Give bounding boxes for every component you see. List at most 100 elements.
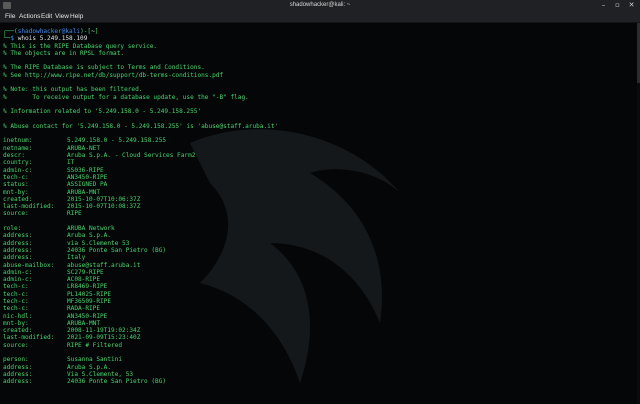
record-line: address: Aruba S.p.A. bbox=[3, 232, 633, 239]
record-line: status: ASSIGNED PA bbox=[3, 181, 633, 188]
prompt-line-1: ┌──(shadowhacker@kali)-[~] bbox=[3, 28, 99, 35]
record-value: via S.Clemente 53 bbox=[67, 239, 130, 247]
record-line: admin-c: SC279-RIPE bbox=[3, 269, 633, 276]
record-key: tech-c: bbox=[3, 297, 29, 305]
comment-line: % This is the RIPE Database query servic… bbox=[3, 42, 158, 50]
record-key: tech-c: bbox=[3, 283, 29, 291]
maximize-icon[interactable]: ▫ bbox=[614, 2, 621, 9]
record-key: address: bbox=[3, 378, 33, 386]
record-key: admin-c: bbox=[3, 166, 33, 174]
record-key: address: bbox=[3, 232, 33, 240]
record-key: address: bbox=[3, 363, 33, 371]
record-value: Aruba S.p.A. - Cloud Services Farm2 bbox=[67, 152, 196, 160]
record-line: tech-c: LR8469-RIPE bbox=[3, 283, 633, 290]
menu-help[interactable]: Help bbox=[70, 13, 83, 20]
comment-line: % The objects are in RPSL format. bbox=[3, 49, 125, 57]
record-value: ARUBA Network bbox=[67, 225, 115, 233]
menu-bar: File Actions Edit View Help bbox=[0, 11, 640, 23]
record-line: mnt-by: ARUBA-MNT bbox=[3, 320, 633, 327]
prompt-user-host: shadowhacker@kali bbox=[17, 28, 81, 35]
record-line: address: Aruba S.p.A. bbox=[3, 364, 633, 371]
record-key: status: bbox=[3, 181, 29, 189]
record-value: 5.249.158.0 - 5.249.158.255 bbox=[67, 137, 167, 145]
record-line: created: 2015-10-07T10:06:37Z bbox=[3, 196, 633, 203]
record-line: country: IT bbox=[3, 159, 633, 166]
record-key: mnt-by: bbox=[3, 319, 29, 327]
comment-line: % Abuse contact for '5.249.158.0 - 5.249… bbox=[3, 122, 279, 130]
record-line: mnt-by: ARUBA-MNT bbox=[3, 189, 633, 196]
record-value: 2021-09-09T15:23:40Z bbox=[67, 334, 141, 342]
record-value: MF36509-RIPE bbox=[67, 297, 112, 305]
record-key: source: bbox=[3, 210, 29, 218]
record-line: address: Italy bbox=[3, 254, 633, 261]
record-line: source: RIPE # Filtered bbox=[3, 342, 633, 349]
record-line: created: 2008-11-19T19:02:34Z bbox=[3, 327, 633, 334]
record-value: Aruba S.p.A. bbox=[67, 232, 112, 240]
record-key: mnt-by: bbox=[3, 188, 29, 196]
record-line bbox=[3, 349, 633, 356]
record-key: person: bbox=[3, 356, 29, 364]
record-value: 2015-10-07T10:06:37Z bbox=[67, 195, 141, 203]
record-line: last-modified: 2021-09-09T15:23:40Z bbox=[3, 334, 633, 341]
record-value: LR8469-RIPE bbox=[67, 283, 108, 291]
comment-line: % Information related to '5.249.158.0 - … bbox=[3, 108, 202, 116]
window-title: shadowhacker@kali: ~ bbox=[289, 2, 351, 8]
record-value: PL14025-RIPE bbox=[67, 290, 112, 298]
record-key: address: bbox=[3, 239, 33, 247]
record-key: admin-c: bbox=[3, 276, 33, 284]
record-line: tech-c: MF36509-RIPE bbox=[3, 298, 633, 305]
record-key: netname: bbox=[3, 144, 33, 152]
window-titlebar: shadowhacker@kali: ~ – ▫ ✕ bbox=[0, 0, 640, 11]
comment-line bbox=[3, 79, 633, 86]
record-value: RIPE # Filtered bbox=[67, 341, 123, 349]
comment-line bbox=[3, 101, 633, 108]
record-key: address: bbox=[3, 370, 33, 378]
record-key: address: bbox=[3, 254, 33, 262]
comment-line: % See http://www.ripe.net/db/support/db-… bbox=[3, 71, 224, 79]
record-key: created: bbox=[3, 195, 33, 203]
menu-view[interactable]: View bbox=[55, 13, 69, 20]
record-value: IT bbox=[67, 159, 75, 167]
record-key: country: bbox=[3, 159, 33, 167]
record-key: inetnum: bbox=[3, 137, 33, 145]
menu-actions[interactable]: Actions bbox=[19, 13, 40, 20]
record-key: role: bbox=[3, 225, 22, 233]
record-value: Aruba S.p.A. bbox=[67, 363, 112, 371]
terminal-area[interactable]: ┌──(shadowhacker@kali)-[~] └─$ whois 5.2… bbox=[0, 23, 640, 404]
menu-file[interactable]: File bbox=[5, 13, 15, 20]
minimize-icon[interactable]: – bbox=[600, 2, 607, 9]
close-icon[interactable]: ✕ bbox=[628, 2, 635, 9]
menu-edit[interactable]: Edit bbox=[41, 13, 52, 20]
record-line: role: ARUBA Network bbox=[3, 225, 633, 232]
record-key: source: bbox=[3, 341, 29, 349]
record-value: RIPE bbox=[67, 210, 82, 218]
record-line: admin-c: AC08-RIPE bbox=[3, 276, 633, 283]
record-line: tech-c: PL14025-RIPE bbox=[3, 291, 633, 298]
record-key: nic-hdl: bbox=[3, 312, 33, 320]
record-key: descr: bbox=[3, 152, 26, 160]
record-value: 2008-11-19T19:02:34Z bbox=[67, 327, 141, 335]
record-value: RADA-RIPE bbox=[67, 305, 101, 313]
record-line: tech-c: RADA-RIPE bbox=[3, 305, 633, 312]
record-value: 24036 Ponte San Pietro (BG) bbox=[67, 246, 167, 254]
record-value: ARUBA-NET bbox=[67, 144, 101, 152]
record-key: created: bbox=[3, 327, 33, 335]
record-line: address: Via S.Clemente, 53 bbox=[3, 371, 633, 378]
record-line: address: 24036 Ponte San Pietro (BG) bbox=[3, 247, 633, 254]
record-value: 24036 Ponte San Pietro (BG) bbox=[67, 378, 167, 386]
record-key: admin-c: bbox=[3, 268, 33, 276]
record-value: ARUBA-MNT bbox=[67, 188, 101, 196]
record-value: Susanna Santini bbox=[67, 356, 123, 364]
record-value: abuse@staff.aruba.it bbox=[67, 261, 141, 269]
record-value: 2015-10-07T10:08:37Z bbox=[67, 203, 141, 211]
terminal-output: ┌──(shadowhacker@kali)-[~] └─$ whois 5.2… bbox=[3, 28, 633, 386]
record-value: AN3450-RIPE bbox=[67, 173, 108, 181]
command-text: whois 5.249.158.109 bbox=[17, 35, 88, 43]
record-key: last-modified: bbox=[3, 203, 55, 211]
comment-line bbox=[3, 130, 633, 137]
record-line: inetnum: 5.249.158.0 - 5.249.158.255 bbox=[3, 137, 633, 144]
comment-line bbox=[3, 57, 633, 64]
record-key: tech-c: bbox=[3, 290, 29, 298]
record-line: source: RIPE bbox=[3, 210, 633, 217]
record-value: AN3450-RIPE bbox=[67, 312, 108, 320]
